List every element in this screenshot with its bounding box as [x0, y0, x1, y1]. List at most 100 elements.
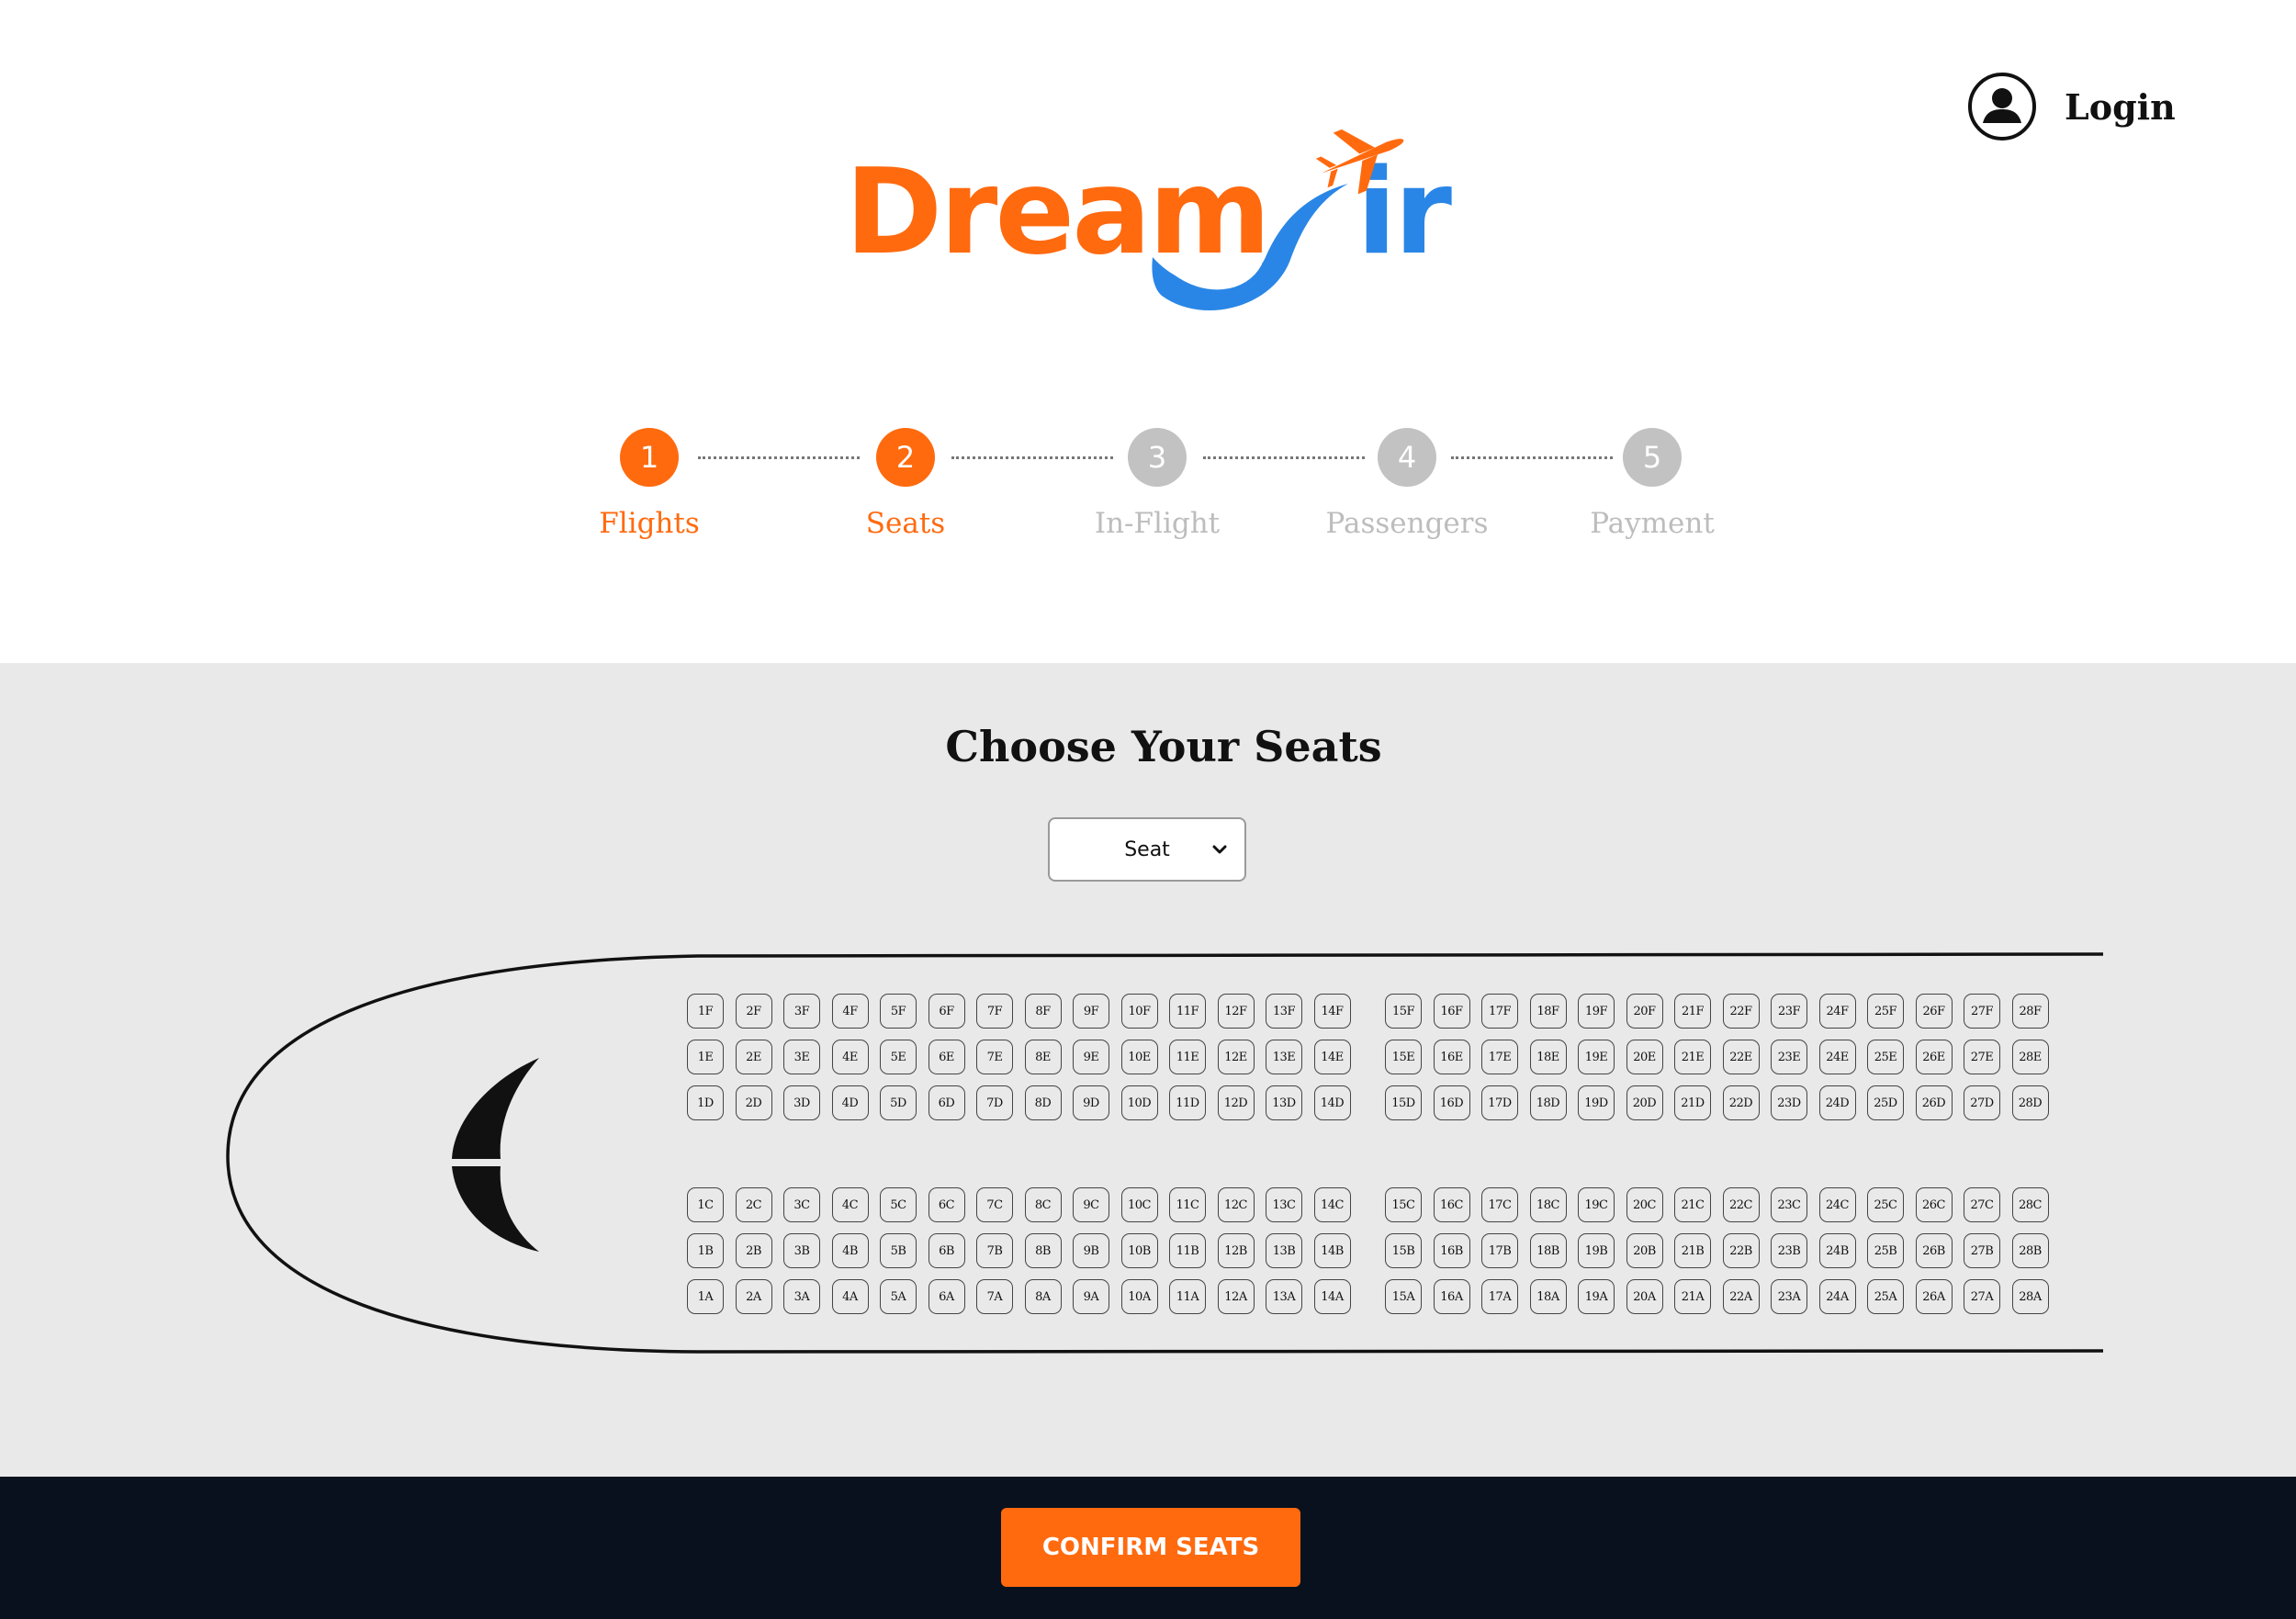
seat-4B[interactable]: 4B — [831, 1233, 869, 1268]
seat-24B[interactable]: 24B — [1818, 1233, 1856, 1268]
login-button[interactable]: Login — [1967, 72, 2176, 141]
seat-27D[interactable]: 27D — [1964, 1085, 2000, 1120]
seat-9C[interactable]: 9C — [1073, 1187, 1109, 1222]
seat-21D[interactable]: 21D — [1674, 1085, 1711, 1120]
seat-20D[interactable]: 20D — [1626, 1085, 1663, 1120]
seat-26A[interactable]: 26A — [1915, 1279, 1953, 1314]
seat-14A[interactable]: 14A — [1313, 1279, 1351, 1314]
step-flights[interactable]: 1 Flights — [539, 428, 760, 540]
seat-1E[interactable]: 1E — [687, 1040, 724, 1074]
seat-3D[interactable]: 3D — [783, 1085, 820, 1120]
seat-15B[interactable]: 15B — [1385, 1233, 1422, 1268]
seat-19F[interactable]: 19F — [1578, 994, 1615, 1029]
seat-7B[interactable]: 7B — [976, 1233, 1013, 1268]
seat-2E[interactable]: 2E — [735, 1040, 772, 1074]
seat-3A[interactable]: 3A — [783, 1279, 820, 1314]
seat-22D[interactable]: 22D — [1722, 1085, 1760, 1120]
seat-20B[interactable]: 20B — [1626, 1233, 1663, 1268]
seat-23B[interactable]: 23B — [1771, 1233, 1807, 1268]
seat-8D[interactable]: 8D — [1024, 1085, 1062, 1120]
seat-21E[interactable]: 21E — [1674, 1040, 1711, 1074]
seat-23C[interactable]: 23C — [1771, 1187, 1807, 1222]
seat-15A[interactable]: 15A — [1385, 1279, 1422, 1314]
seat-2A[interactable]: 2A — [735, 1279, 772, 1314]
seat-22F[interactable]: 22F — [1722, 994, 1760, 1029]
seat-4F[interactable]: 4F — [831, 994, 869, 1029]
seat-26E[interactable]: 26E — [1915, 1040, 1953, 1074]
seat-9A[interactable]: 9A — [1073, 1279, 1109, 1314]
seat-28F[interactable]: 28F — [2011, 994, 2049, 1029]
seat-24A[interactable]: 24A — [1818, 1279, 1856, 1314]
step-passengers[interactable]: 4 Passengers — [1297, 428, 1517, 540]
seat-21B[interactable]: 21B — [1674, 1233, 1711, 1268]
seat-14F[interactable]: 14F — [1313, 994, 1351, 1029]
seat-15F[interactable]: 15F — [1385, 994, 1422, 1029]
seat-8B[interactable]: 8B — [1024, 1233, 1062, 1268]
seat-5E[interactable]: 5E — [880, 1040, 917, 1074]
seat-12F[interactable]: 12F — [1217, 994, 1255, 1029]
seat-10F[interactable]: 10F — [1120, 994, 1158, 1029]
seat-6F[interactable]: 6F — [928, 994, 965, 1029]
seat-7F[interactable]: 7F — [976, 994, 1013, 1029]
seat-25F[interactable]: 25F — [1867, 994, 1904, 1029]
seat-24C[interactable]: 24C — [1818, 1187, 1856, 1222]
seat-13C[interactable]: 13C — [1266, 1187, 1302, 1222]
seat-13F[interactable]: 13F — [1266, 994, 1302, 1029]
step-seats[interactable]: 2 Seats — [795, 428, 1016, 540]
seat-18A[interactable]: 18A — [1529, 1279, 1567, 1314]
seat-27E[interactable]: 27E — [1964, 1040, 2000, 1074]
seat-8C[interactable]: 8C — [1024, 1187, 1062, 1222]
seat-27F[interactable]: 27F — [1964, 994, 2000, 1029]
seat-26B[interactable]: 26B — [1915, 1233, 1953, 1268]
seat-23A[interactable]: 23A — [1771, 1279, 1807, 1314]
seat-13D[interactable]: 13D — [1266, 1085, 1302, 1120]
seat-4E[interactable]: 4E — [831, 1040, 869, 1074]
seat-20F[interactable]: 20F — [1626, 994, 1663, 1029]
seat-26D[interactable]: 26D — [1915, 1085, 1953, 1120]
seat-24F[interactable]: 24F — [1818, 994, 1856, 1029]
seat-8F[interactable]: 8F — [1024, 994, 1062, 1029]
seat-19A[interactable]: 19A — [1578, 1279, 1615, 1314]
seat-7A[interactable]: 7A — [976, 1279, 1013, 1314]
step-in-flight[interactable]: 3 In-Flight — [1047, 428, 1267, 540]
seat-19B[interactable]: 19B — [1578, 1233, 1615, 1268]
seat-23F[interactable]: 23F — [1771, 994, 1807, 1029]
seat-19D[interactable]: 19D — [1578, 1085, 1615, 1120]
seat-9F[interactable]: 9F — [1073, 994, 1109, 1029]
seat-22B[interactable]: 22B — [1722, 1233, 1760, 1268]
seat-5C[interactable]: 5C — [880, 1187, 917, 1222]
dreamair-logo[interactable]: Dream ir — [845, 129, 1452, 321]
seat-15C[interactable]: 15C — [1385, 1187, 1422, 1222]
seat-27A[interactable]: 27A — [1964, 1279, 2000, 1314]
seat-8A[interactable]: 8A — [1024, 1279, 1062, 1314]
seat-1A[interactable]: 1A — [687, 1279, 724, 1314]
seat-9D[interactable]: 9D — [1073, 1085, 1109, 1120]
seat-5F[interactable]: 5F — [880, 994, 917, 1029]
confirm-seats-button[interactable]: CONFIRM SEATS — [1001, 1508, 1300, 1587]
seat-10A[interactable]: 10A — [1120, 1279, 1158, 1314]
seat-5D[interactable]: 5D — [880, 1085, 917, 1120]
seat-17D[interactable]: 17D — [1481, 1085, 1518, 1120]
seat-11C[interactable]: 11C — [1169, 1187, 1206, 1222]
seat-19C[interactable]: 19C — [1578, 1187, 1615, 1222]
seat-13E[interactable]: 13E — [1266, 1040, 1302, 1074]
seat-6B[interactable]: 6B — [928, 1233, 965, 1268]
seat-4D[interactable]: 4D — [831, 1085, 869, 1120]
seat-6C[interactable]: 6C — [928, 1187, 965, 1222]
seat-1C[interactable]: 1C — [687, 1187, 724, 1222]
seat-17B[interactable]: 17B — [1481, 1233, 1518, 1268]
seat-17E[interactable]: 17E — [1481, 1040, 1518, 1074]
seat-8E[interactable]: 8E — [1024, 1040, 1062, 1074]
seat-19E[interactable]: 19E — [1578, 1040, 1615, 1074]
seat-2F[interactable]: 2F — [735, 994, 772, 1029]
seat-20A[interactable]: 20A — [1626, 1279, 1663, 1314]
seat-12E[interactable]: 12E — [1217, 1040, 1255, 1074]
seat-18E[interactable]: 18E — [1529, 1040, 1567, 1074]
seat-16E[interactable]: 16E — [1433, 1040, 1470, 1074]
seat-21A[interactable]: 21A — [1674, 1279, 1711, 1314]
seat-6D[interactable]: 6D — [928, 1085, 965, 1120]
seat-21C[interactable]: 21C — [1674, 1187, 1711, 1222]
seat-6A[interactable]: 6A — [928, 1279, 965, 1314]
seat-21F[interactable]: 21F — [1674, 994, 1711, 1029]
seat-25A[interactable]: 25A — [1867, 1279, 1904, 1314]
